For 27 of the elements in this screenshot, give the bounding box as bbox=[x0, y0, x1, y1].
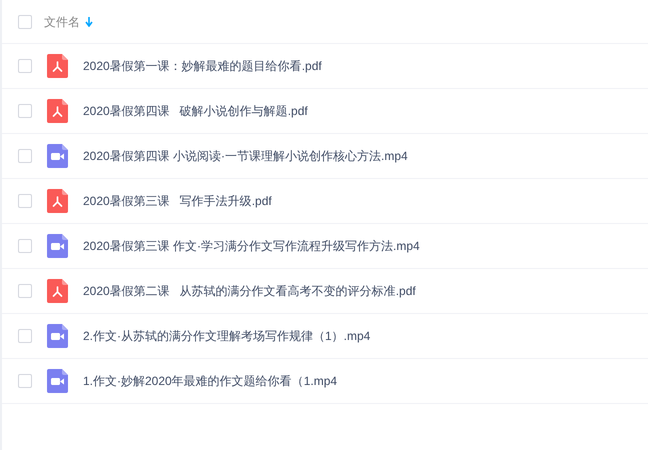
file-name[interactable]: 2020暑假第四课 小说阅读·一节课理解小说创作核心方法.mp4 bbox=[83, 147, 408, 165]
file-name[interactable]: 2020暑假第三课 作文·学习满分作文写作流程升级写作方法.mp4 bbox=[83, 237, 420, 255]
file-name[interactable]: 1.作文·妙解2020年最难的作文题给你看（1.mp4 bbox=[83, 372, 338, 390]
checkbox[interactable] bbox=[18, 374, 32, 388]
checkbox[interactable] bbox=[18, 239, 32, 253]
checkbox[interactable] bbox=[18, 284, 32, 298]
file-name[interactable]: 2020暑假第四课 破解小说创作与解题.pdf bbox=[83, 102, 308, 120]
file-name[interactable]: 2020暑假第三课 写作手法升级.pdf bbox=[83, 192, 272, 210]
checkbox[interactable] bbox=[18, 194, 32, 208]
file-name[interactable]: 2020暑假第一课：妙解最难的题目给你看.pdf bbox=[83, 57, 322, 75]
sort-arrow-icon[interactable] bbox=[85, 16, 93, 26]
checkbox[interactable] bbox=[18, 149, 32, 163]
checkbox[interactable] bbox=[18, 104, 32, 118]
checkbox[interactable] bbox=[18, 329, 32, 343]
file-name[interactable]: 2020暑假第二课 从苏轼的满分作文看高考不变的评分标准.pdf bbox=[83, 282, 416, 300]
pdf-file-icon bbox=[47, 54, 68, 78]
video-file-icon bbox=[47, 369, 68, 393]
pdf-file-icon bbox=[47, 99, 68, 123]
checkbox[interactable] bbox=[18, 59, 32, 73]
file-name[interactable]: 2.作文·从苏轼的满分作文理解考场写作规律（1）.mp4 bbox=[83, 327, 370, 345]
pdf-file-icon bbox=[47, 189, 68, 213]
video-file-icon bbox=[47, 144, 68, 168]
pdf-file-icon bbox=[47, 279, 68, 303]
video-file-icon bbox=[47, 234, 68, 258]
column-header[interactable]: 文件名 bbox=[44, 12, 80, 30]
checkbox[interactable] bbox=[18, 14, 32, 28]
video-file-icon bbox=[47, 324, 68, 348]
